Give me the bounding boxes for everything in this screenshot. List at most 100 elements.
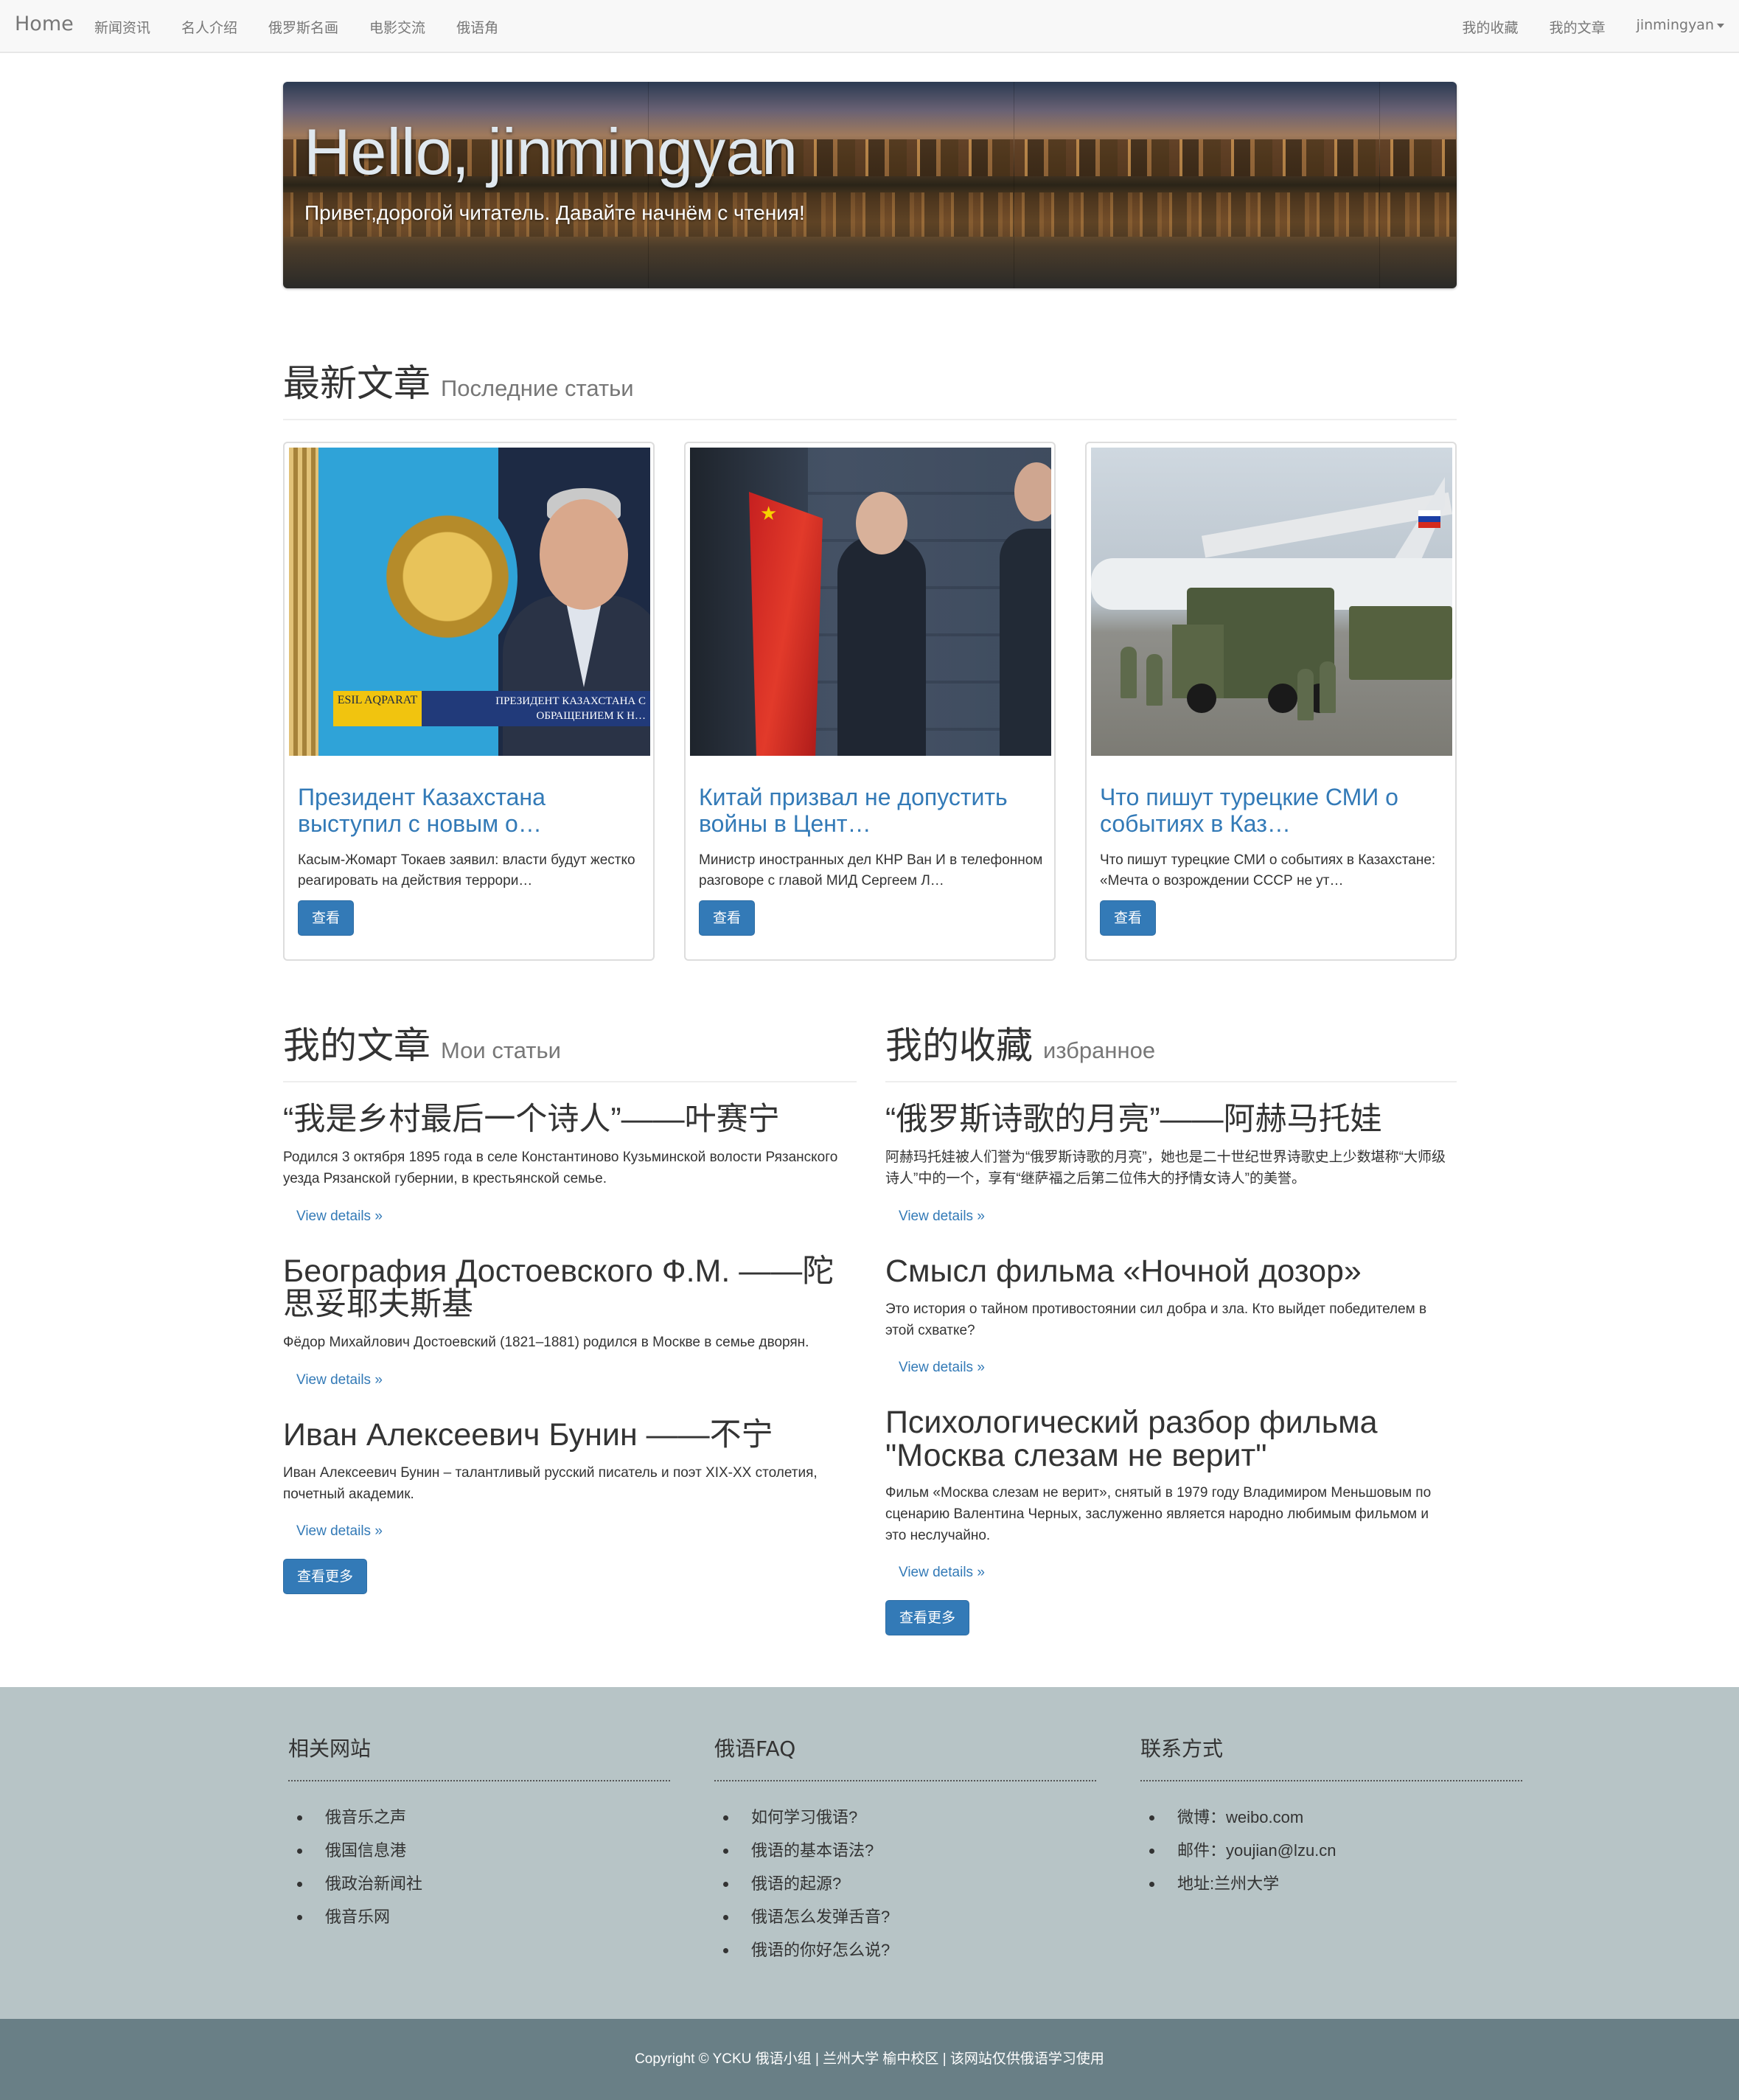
news-card: ESIL AQPARAT ПРЕЗИДЕНТ КАЗАХСТАНА С ОБРА… (283, 442, 655, 961)
footer-column-contact: 联系方式 微博：weibo.com 邮件：youjian@lzu.cn 地址:兰… (1140, 1733, 1522, 1900)
article-description: Иван Алексеевич Бунин – талантливый русс… (283, 1465, 818, 1502)
news-thumbnail[interactable] (1091, 448, 1452, 756)
footer-link[interactable]: 俄音乐之声 (288, 1801, 670, 1834)
favorites-heading-zh: 我的收藏 (885, 1024, 1033, 1067)
footer-contact-item: 地址:兰州大学 (1140, 1867, 1522, 1900)
news-card-title[interactable]: Китай призвал не допустить войны в Цент… (699, 784, 1045, 837)
nav-left-menu: 新闻资讯 名人介绍 俄罗斯名画 电影交流 俄语角 (94, 17, 498, 37)
footer-link[interactable]: 如何学习俄语? (714, 1801, 1096, 1834)
footer-list: 如何学习俄语? 俄语的基本语法? 俄语的起源? 俄语怎么发弹舌音? 俄语的你好怎… (714, 1801, 1096, 1967)
footer-link[interactable]: 俄语怎么发弹舌音? (714, 1900, 1096, 1933)
nav-item-my-articles[interactable]: 我的文章 (1550, 17, 1606, 37)
news-thumbnail[interactable]: ESIL AQPARAT ПРЕЗИДЕНТ КАЗАХСТАНА С ОБРА… (289, 448, 650, 756)
favorite-description: Фильм «Москва слезам не верит», снятый в… (885, 1485, 1432, 1543)
footer-contact-item: 微博：weibo.com (1140, 1801, 1522, 1834)
news-card-title[interactable]: Что пишут турецкие СМИ о событиях в Каз… (1100, 784, 1446, 837)
news-card: Что пишут турецкие СМИ о событиях в Каз…… (1085, 442, 1457, 961)
news-card-description: Касым-Жомарт Токаев заявил: власти будут… (298, 852, 635, 889)
face-shape (540, 499, 628, 610)
nav-item-paintings[interactable]: 俄罗斯名画 (268, 17, 338, 37)
my-articles-heading-zh: 我的文章 (283, 1024, 431, 1067)
nav-item-russian-corner[interactable]: 俄语角 (456, 17, 498, 37)
flag-shape (1418, 510, 1440, 528)
view-details-link[interactable]: View details » (899, 1565, 985, 1581)
article-description: Родился 3 октября 1895 года в селе Конст… (283, 1150, 838, 1186)
latest-heading-zh: 最新文章 (283, 362, 431, 405)
favorites-heading: 我的收藏 избранное (885, 1016, 1155, 1069)
hero-image-tile (1380, 82, 1457, 288)
article-title[interactable]: Беография Достоевского Ф.М. ——陀思妥耶夫斯基 (283, 1255, 865, 1321)
copyright-bar: Copyright © YCKU 俄语小组 | 兰州大学 榆中校区 | 该网站仅… (0, 2019, 1739, 2100)
footer-column-faq: 俄语FAQ 如何学习俄语? 俄语的基本语法? 俄语的起源? 俄语怎么发弹舌音? … (714, 1733, 1096, 1967)
footer-list: 微博：weibo.com 邮件：youjian@lzu.cn 地址:兰州大学 (1140, 1801, 1522, 1900)
nav-item-celebrities[interactable]: 名人介绍 (181, 17, 237, 37)
nav-right-menu: 我的收藏 我的文章 jinmingyan (1463, 17, 1724, 37)
latest-heading: 最新文章 Последние статьи (283, 354, 634, 407)
view-details-link[interactable]: View details » (296, 1209, 383, 1225)
favorite-title[interactable]: “俄罗斯诗歌的月亮”——阿赫马托娃 (885, 1103, 1468, 1136)
top-navbar: Home 新闻资讯 名人介绍 俄罗斯名画 电影交流 俄语角 我的收藏 我的文章 … (0, 0, 1739, 53)
caret-down-icon (1717, 23, 1724, 28)
more-favorites-button[interactable]: 查看更多 (885, 1600, 969, 1635)
nav-item-news[interactable]: 新闻资讯 (94, 17, 150, 37)
my-articles-heading-ru: Мои статьи (441, 1037, 561, 1063)
hero-image-tile (1014, 82, 1380, 288)
footer-link[interactable]: 俄语的基本语法? (714, 1834, 1096, 1867)
news-thumbnail[interactable]: ★ (690, 448, 1051, 756)
hero-subtitle: Привет,дорогой читатель. Давайте начнём … (304, 201, 805, 224)
footer-link[interactable]: 俄语的起源? (714, 1867, 1096, 1900)
footer-contact-item: 邮件：youjian@lzu.cn (1140, 1834, 1522, 1867)
news-card-description: Что пишут турецкие СМИ о событиях в Каза… (1100, 852, 1436, 889)
home-link[interactable]: Home (15, 13, 74, 35)
curtain-shape (289, 448, 318, 756)
footer-heading: 俄语FAQ (714, 1733, 1096, 1781)
news-card-description: Министр иностранных дел КНР Ван И в теле… (699, 852, 1043, 889)
person-shape (1000, 529, 1051, 756)
divider (283, 419, 1457, 420)
footer-heading: 联系方式 (1140, 1733, 1522, 1781)
soldier-shape (1320, 661, 1336, 713)
footer-link[interactable]: 俄政治新闻社 (288, 1867, 670, 1900)
view-details-link[interactable]: View details » (296, 1523, 383, 1540)
favorite-title[interactable]: Смысл фильма «Ночной дозор» (885, 1255, 1468, 1288)
view-details-link[interactable]: View details » (899, 1209, 985, 1225)
ticker-logo: ESIL AQPARAT (333, 691, 422, 726)
nav-item-movies[interactable]: 电影交流 (369, 17, 425, 37)
favorite-title[interactable]: Психологический разбор фильма "Москва сл… (885, 1406, 1468, 1473)
emblem-shape (377, 492, 517, 661)
view-details-link[interactable]: View details » (899, 1360, 985, 1376)
divider (283, 1081, 857, 1082)
footer-heading: 相关网站 (288, 1733, 670, 1781)
nav-item-favorites[interactable]: 我的收藏 (1463, 17, 1519, 37)
flag-shape (749, 492, 823, 756)
wheel-shape (1187, 684, 1216, 713)
article-title[interactable]: Иван Алексеевич Бунин ——不宁 (283, 1419, 865, 1452)
soldier-shape (1146, 654, 1163, 706)
truck-shape (1349, 606, 1452, 680)
footer-link[interactable]: 俄国信息港 (288, 1834, 670, 1867)
footer-list: 俄音乐之声 俄国信息港 俄政治新闻社 俄音乐网 (288, 1801, 670, 1933)
view-details-link[interactable]: View details » (296, 1372, 383, 1388)
news-card: ★ Китай призвал не допустить войны в Цен… (684, 442, 1056, 961)
divider (885, 1081, 1457, 1082)
favorite-description: 阿赫玛托娃被人们誉为“俄罗斯诗歌的月亮”，她也是二十世纪世界诗歌史上少数堪称“大… (885, 1150, 1446, 1186)
news-card-title[interactable]: Президент Казахстана выступил с новым о… (298, 784, 644, 837)
user-name: jinmingyan (1636, 17, 1714, 33)
wheel-shape (1268, 684, 1297, 713)
soldier-shape (1297, 669, 1314, 720)
article-description: Фёдор Михайлович Достоевский (1821–1881)… (283, 1335, 809, 1350)
favorite-description: Это история о тайном противостоянии сил … (885, 1301, 1427, 1338)
view-button[interactable]: 查看 (298, 900, 354, 936)
article-title[interactable]: “我是乡村最后一个诗人”——叶赛宁 (283, 1103, 865, 1136)
view-button[interactable]: 查看 (1100, 900, 1156, 936)
soldier-shape (1121, 647, 1137, 698)
footer-link[interactable]: 俄语的你好怎么说? (714, 1933, 1096, 1967)
more-articles-button[interactable]: 查看更多 (283, 1559, 367, 1594)
footer-link[interactable]: 俄音乐网 (288, 1900, 670, 1933)
face-shape (856, 492, 907, 554)
star-icon: ★ (760, 503, 778, 525)
user-dropdown[interactable]: jinmingyan (1637, 17, 1724, 37)
view-button[interactable]: 查看 (699, 900, 755, 936)
person-shape (837, 536, 926, 756)
my-articles-heading: 我的文章 Мои статьи (283, 1016, 561, 1069)
